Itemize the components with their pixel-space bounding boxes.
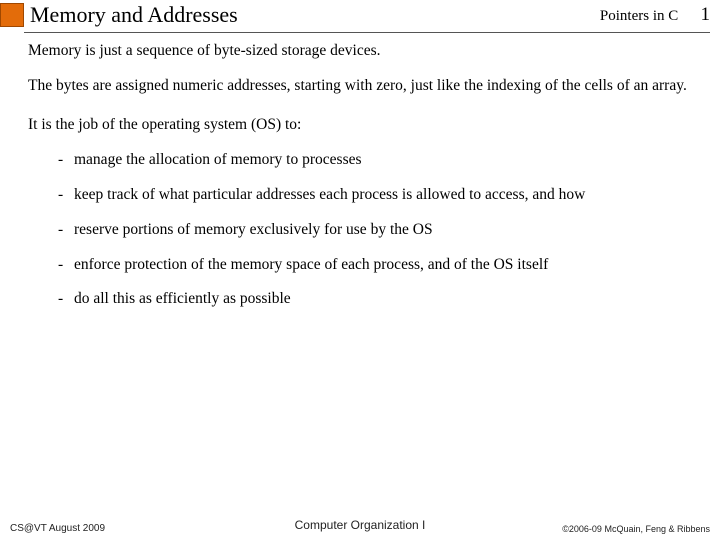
header: Memory and Addresses Pointers in C 1 <box>0 0 720 28</box>
slide: Memory and Addresses Pointers in C 1 Mem… <box>0 0 720 540</box>
footer-left: CS@VT August 2009 <box>10 523 105 534</box>
list-item: manage the allocation of memory to proce… <box>58 150 706 171</box>
accent-square-icon <box>0 3 24 27</box>
list-item-text: do all this as efficiently as possible <box>74 290 291 307</box>
course-label: Pointers in C <box>600 8 678 24</box>
footer: CS@VT August 2009 Computer Organization … <box>0 523 720 534</box>
footer-right: ©2006-09 McQuain, Feng & Ribbens <box>562 524 710 534</box>
body: Memory is just a sequence of byte-sized … <box>0 33 720 310</box>
list-item: enforce protection of the memory space o… <box>58 255 706 276</box>
list-item-text: reserve portions of memory exclusively f… <box>74 221 433 238</box>
list-item-text: enforce protection of the memory space o… <box>74 256 548 273</box>
list-item: do all this as efficiently as possible <box>58 289 706 310</box>
footer-center: Computer Organization I <box>295 518 426 532</box>
list-item-text: keep track of what particular addresses … <box>74 186 585 203</box>
list-item: keep track of what particular addresses … <box>58 185 706 206</box>
paragraph-1: Memory is just a sequence of byte-sized … <box>28 41 706 62</box>
list-item-text: manage the allocation of memory to proce… <box>74 151 362 168</box>
page-number: 1 <box>692 4 710 26</box>
slide-title: Memory and Addresses <box>30 2 600 28</box>
bullet-intro: It is the job of the operating system (O… <box>28 115 706 136</box>
paragraph-2: The bytes are assigned numeric addresses… <box>28 76 706 97</box>
bullet-list: manage the allocation of memory to proce… <box>28 150 706 311</box>
header-right: Pointers in C 1 <box>600 4 710 26</box>
list-item: reserve portions of memory exclusively f… <box>58 220 706 241</box>
